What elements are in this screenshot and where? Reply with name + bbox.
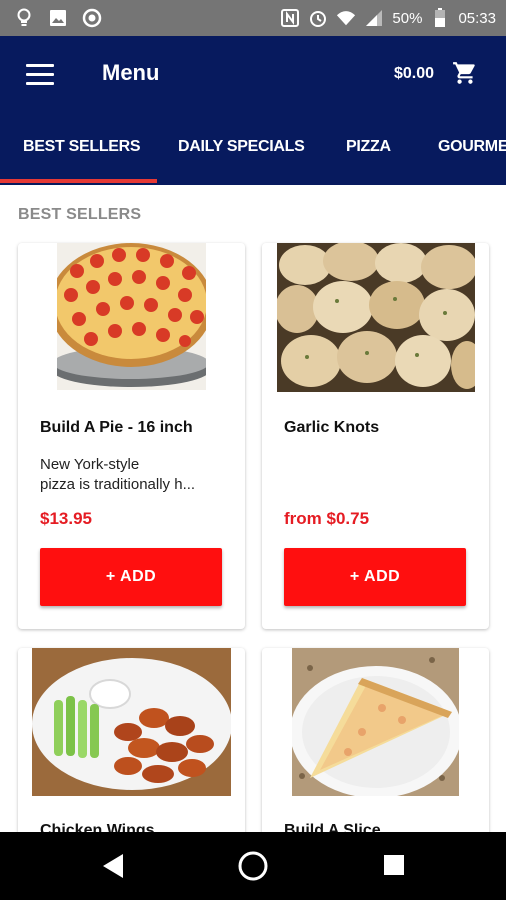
- system-nav-bar: [0, 832, 506, 900]
- page-title: Menu: [102, 60, 160, 85]
- battery-percent: 50%: [392, 9, 423, 27]
- pizza-pie-image: [49, 243, 213, 390]
- recents-icon[interactable]: [383, 854, 405, 881]
- product-name: Garlic Knots: [284, 419, 380, 436]
- back-icon[interactable]: [101, 852, 125, 885]
- garlic-knots-image: [275, 243, 483, 392]
- product-description: New York-style pizza is traditionally h.…: [40, 456, 196, 493]
- clock: 05:33: [458, 9, 496, 27]
- image-icon: [48, 8, 68, 28]
- battery-icon: [430, 8, 450, 28]
- section-heading: BEST SELLERS: [18, 206, 142, 223]
- active-tab-indicator: [0, 179, 157, 183]
- add-button[interactable]: + ADD: [284, 548, 466, 606]
- cart-icon[interactable]: [452, 60, 478, 91]
- add-button[interactable]: + ADD: [40, 548, 222, 606]
- nfc-icon: [280, 8, 300, 28]
- product-price: from $0.75: [284, 509, 370, 528]
- home-icon[interactable]: [237, 850, 269, 887]
- circle-icon: [82, 8, 102, 28]
- tab-best-sellers[interactable]: BEST SELLERS: [23, 138, 141, 156]
- status-bar: 50% 05:33: [0, 0, 506, 36]
- tab-daily-specials[interactable]: DAILY SPECIALS: [178, 138, 305, 156]
- app-bar: Menu $0.00 BEST SELLERS DAILY SPECIALS P…: [0, 36, 506, 185]
- menu-icon[interactable]: [26, 64, 54, 86]
- pizza-slice-image: [290, 648, 462, 798]
- cart-total[interactable]: $0.00: [394, 65, 434, 83]
- product-price: $13.95: [40, 509, 92, 528]
- wifi-icon: [336, 8, 356, 28]
- tab-gourmet[interactable]: GOURME: [438, 138, 506, 156]
- bulb-icon: [14, 8, 34, 28]
- product-card[interactable]: Garlic Knots from $0.75 + ADD: [262, 243, 489, 629]
- category-tabs: BEST SELLERS DAILY SPECIALS PIZZA GOURME: [0, 124, 506, 185]
- alarm-icon: [308, 8, 328, 28]
- tab-pizza[interactable]: PIZZA: [346, 138, 391, 156]
- chicken-wings-image: [32, 648, 232, 796]
- signal-icon: [364, 8, 384, 28]
- product-card[interactable]: Build A Pie - 16 inch New York-style piz…: [18, 243, 245, 629]
- product-name: Build A Pie - 16 inch: [40, 419, 193, 436]
